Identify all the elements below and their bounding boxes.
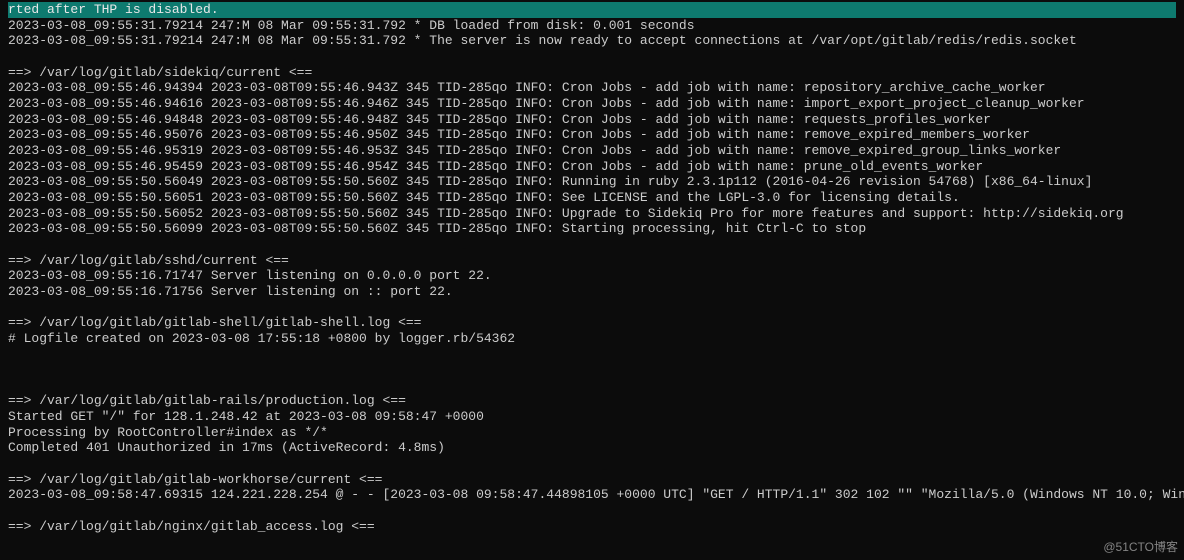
log-line: 2023-03-08_09:55:46.94616 2023-03-08T09:… <box>8 96 1176 112</box>
log-line: # Logfile created on 2023-03-08 17:55:18… <box>8 331 1176 347</box>
log-line: Processing by RootController#index as */… <box>8 425 1176 441</box>
log-line: 2023-03-08_09:58:47.69315 124.221.228.25… <box>8 487 1176 503</box>
log-line <box>8 378 1176 394</box>
terminal-viewport[interactable]: rted after THP is disabled.2023-03-08_09… <box>0 0 1184 560</box>
log-line: 2023-03-08_09:55:16.71747 Server listeni… <box>8 268 1176 284</box>
log-line: 2023-03-08_09:55:46.95076 2023-03-08T09:… <box>8 127 1176 143</box>
log-line: ==> /var/log/gitlab/gitlab-shell/gitlab-… <box>8 315 1176 331</box>
log-line: 2023-03-08_09:55:50.56099 2023-03-08T09:… <box>8 221 1176 237</box>
log-line <box>8 346 1176 362</box>
log-line: 2023-03-08_09:55:50.56052 2023-03-08T09:… <box>8 206 1176 222</box>
log-line: ==> /var/log/gitlab/gitlab-rails/product… <box>8 393 1176 409</box>
log-line: ==> /var/log/gitlab/sshd/current <== <box>8 253 1176 269</box>
log-line: 2023-03-08_09:55:46.94394 2023-03-08T09:… <box>8 80 1176 96</box>
log-line <box>8 503 1176 519</box>
log-line: 2023-03-08_09:55:46.94848 2023-03-08T09:… <box>8 112 1176 128</box>
log-line: 2023-03-08_09:55:31.79214 247:M 08 Mar 0… <box>8 33 1176 49</box>
log-line: 2023-03-08_09:55:16.71756 Server listeni… <box>8 284 1176 300</box>
log-line <box>8 237 1176 253</box>
log-line <box>8 456 1176 472</box>
log-line: ==> /var/log/gitlab/sidekiq/current <== <box>8 65 1176 81</box>
log-line <box>8 299 1176 315</box>
log-line: 2023-03-08_09:55:31.79214 247:M 08 Mar 0… <box>8 18 1176 34</box>
log-line: 2023-03-08_09:55:50.56049 2023-03-08T09:… <box>8 174 1176 190</box>
log-line: ==> /var/log/gitlab/nginx/gitlab_access.… <box>8 519 1176 535</box>
log-line: ==> /var/log/gitlab/gitlab-workhorse/cur… <box>8 472 1176 488</box>
log-line: 2023-03-08_09:55:46.95459 2023-03-08T09:… <box>8 159 1176 175</box>
log-line: 2023-03-08_09:55:50.56051 2023-03-08T09:… <box>8 190 1176 206</box>
log-line <box>8 362 1176 378</box>
log-line: rted after THP is disabled. <box>8 2 1176 18</box>
log-line: Started GET "/" for 128.1.248.42 at 2023… <box>8 409 1176 425</box>
log-line: 2023-03-08_09:55:46.95319 2023-03-08T09:… <box>8 143 1176 159</box>
log-line: Completed 401 Unauthorized in 17ms (Acti… <box>8 440 1176 456</box>
log-line <box>8 49 1176 65</box>
